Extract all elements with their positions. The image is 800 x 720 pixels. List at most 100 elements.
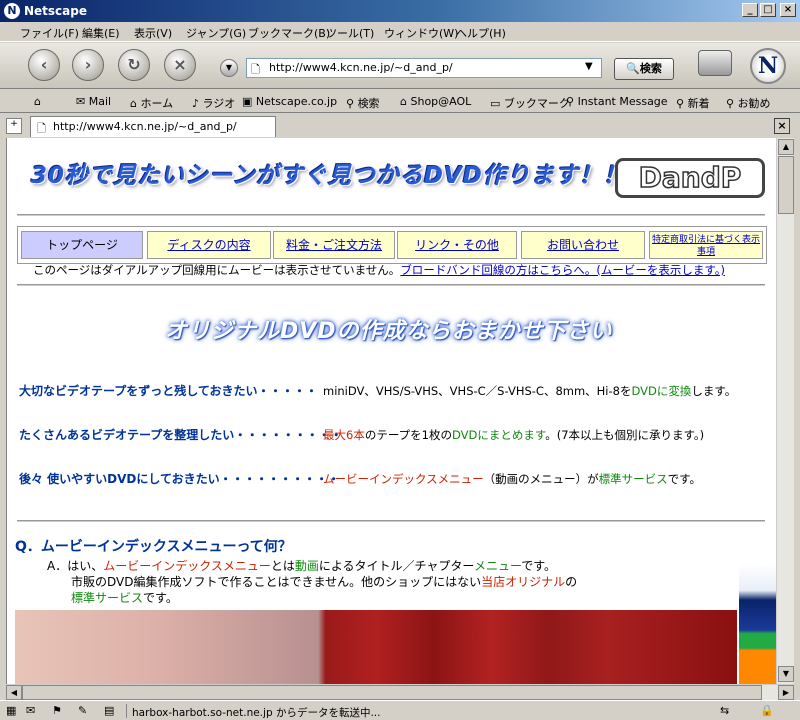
bookmark-radio[interactable]: ♪ ラジオ	[192, 95, 235, 111]
row-right-2: 最大6本のテープを1枚のDVDにまとめます。(7本以上も個別に承ります。)	[323, 427, 704, 443]
tab-legal-notice[interactable]: 特定商取引法に基づく表示事項	[649, 231, 763, 259]
url-input[interactable]: http://www4.kcn.ne.jp/~d_and_p/	[269, 61, 453, 74]
active-tab[interactable]: 🗋 http://www4.kcn.ne.jp/~d_and_p/	[30, 116, 276, 137]
status-divider	[126, 704, 127, 718]
stop-button[interactable]: ×	[164, 49, 196, 81]
maximize-button[interactable]: □	[760, 3, 776, 17]
bookmark-mail-label: Mail	[88, 95, 112, 108]
minimize-button[interactable]: _	[742, 3, 758, 17]
bookmark-new[interactable]: ⚲ 新着	[676, 95, 710, 111]
answer-text: とは	[270, 559, 295, 573]
menu-edit[interactable]: 編集(E)	[82, 25, 120, 41]
row-right-1: miniDV、VHS/S-VHS、VHS-C／S-VHS-C、8mm、Hi-8を…	[323, 383, 736, 399]
composer-icon[interactable]: ✎	[78, 704, 87, 717]
vertical-scrollbar[interactable]: ▲ ▼	[776, 138, 794, 684]
history-dropdown-icon[interactable]: ▼	[220, 59, 238, 77]
menu-view[interactable]: 表示(V)	[134, 25, 172, 41]
bookmark-home[interactable]: ⌂ ホーム	[130, 95, 173, 111]
divider	[17, 284, 765, 287]
page-content: 30秒で見たいシーンがすぐ見つかるDVD作ります！！ DandP トップページ …	[6, 138, 776, 684]
bookmark-home-label: ホーム	[140, 97, 174, 110]
menu-window[interactable]: ウィンドウ(W)	[384, 25, 458, 41]
print-icon[interactable]	[698, 50, 732, 76]
menu-bookmarks[interactable]: ブックマーク(B)	[248, 25, 330, 41]
menu-tools[interactable]: ツール(T)	[326, 25, 374, 41]
row-left-2: たくさんあるビデオテープを整理したい・・・・・・・・・	[19, 428, 343, 442]
bookmark-folder-label: ブックマーク	[503, 97, 570, 110]
menu-help[interactable]: ヘルプ(H)	[456, 25, 506, 41]
row3-highlight2: 標準サービス	[598, 472, 668, 486]
menu-jump[interactable]: ジャンプ(G)	[186, 25, 246, 41]
home-tab-icon[interactable]: ⌂	[34, 95, 41, 108]
dialup-notice: このページはダイアルアップ回線用にムービーは表示させていません。ブロードバンド回…	[33, 262, 725, 278]
netscape-icon: N	[4, 3, 20, 19]
bookmark-search[interactable]: ⚲ 検索	[346, 95, 380, 111]
tab-top-page[interactable]: トップページ	[21, 231, 143, 259]
horizontal-scrollbar[interactable]: ◀ ▶	[6, 684, 794, 700]
tab-disc-contents[interactable]: ディスクの内容	[147, 231, 271, 259]
tab-links[interactable]: リンク・その他	[397, 231, 517, 259]
bookmark-folder[interactable]: ▭ ブックマーク	[490, 95, 570, 111]
search-button[interactable]: 🔍検索	[614, 58, 674, 80]
aim-icon[interactable]: ⚑	[52, 704, 62, 717]
menu-bar: ファイル(F) 編集(E) 表示(V) ジャンプ(G) ブックマーク(B) ツー…	[0, 22, 800, 42]
bookmark-netscape-label: Netscape.co.jp	[255, 95, 338, 108]
tab-page-icon: 🗋	[37, 122, 46, 135]
bookmark-im[interactable]: ⚲ Instant Message	[566, 95, 668, 108]
bookmark-mail[interactable]: ✉ Mail	[76, 95, 111, 108]
mail-icon[interactable]: ✉	[26, 704, 35, 717]
broadband-link[interactable]: ブロードバンド回線の方はこちらへ。(ムービーを表示します。)	[400, 263, 725, 277]
scroll-left-icon[interactable]: ◀	[6, 685, 22, 700]
answer-term: ムービーインデックスメニュー	[103, 559, 271, 573]
scroll-down-icon[interactable]: ▼	[778, 666, 794, 682]
answer-line2-end: の	[565, 575, 578, 589]
menu-file[interactable]: ファイル(F)	[20, 25, 79, 41]
movie-preview-image	[15, 610, 737, 684]
bookmark-shop[interactable]: ⌂ Shop@AOL	[400, 95, 471, 108]
tab-contact[interactable]: お問い合わせ	[521, 231, 645, 259]
row-left-3: 後々 使いやすいDVDにしておきたい・・・・・・・・・・	[19, 472, 340, 486]
netscape-logo[interactable]: N	[750, 48, 786, 84]
bookmarks-toolbar: ⌂ ✉ Mail ⌂ ホーム ♪ ラジオ ▣ Netscape.co.jp ⚲ …	[0, 90, 800, 113]
answer-line2: 市販のDVD編集作成ソフトで作ることはできません。他のショップにはない	[71, 575, 482, 589]
tabs-icon[interactable]: ▦	[6, 704, 16, 717]
row2-suffix: 。(7本以上も個別に承ります。)	[545, 428, 705, 442]
vertical-scroll-thumb[interactable]	[778, 156, 794, 214]
scroll-up-icon[interactable]: ▲	[778, 139, 794, 155]
answer-line3-end: です。	[143, 591, 178, 605]
forward-button[interactable]: ›	[72, 49, 104, 81]
horizontal-scroll-thumb[interactable]	[22, 685, 762, 700]
row1-highlight: DVDに変換	[631, 384, 692, 398]
close-button[interactable]: ×	[780, 3, 796, 17]
faq-answer: A．はい、ムービーインデックスメニューとは動画によるタイトル／チャプターメニュー…	[47, 558, 577, 606]
side-banner-image[interactable]	[739, 564, 776, 684]
bookmark-im-label: Instant Message	[577, 95, 668, 108]
reload-button[interactable]: ↻	[118, 49, 150, 81]
search-label: 検索	[639, 62, 662, 75]
new-tab-icon[interactable]: +	[6, 118, 22, 134]
addressbook-icon[interactable]: ▤	[104, 704, 114, 717]
row1-suffix: します。	[691, 384, 737, 398]
close-tab-icon[interactable]: ×	[774, 118, 790, 134]
bookmark-shop-label: Shop@AOL	[410, 95, 472, 108]
answer-end: です。	[521, 559, 557, 573]
url-dropdown-icon[interactable]: ▼	[585, 61, 593, 72]
security-lock-icon[interactable]: 🔒	[760, 704, 774, 717]
answer-menu: メニュー	[473, 559, 522, 573]
scroll-right-icon[interactable]: ▶	[778, 685, 794, 700]
row3-highlight: ムービーインデックスメニュー	[323, 472, 484, 486]
row2-text: のテープを1枚の	[364, 428, 452, 442]
tab-pricing[interactable]: 料金・ご注文方法	[273, 231, 395, 259]
bookmark-radio-label: ラジオ	[202, 97, 236, 110]
url-bar[interactable]: 🗋 http://www4.kcn.ne.jp/~d_and_p/ ▼	[246, 58, 602, 78]
connection-icon: ⇆	[720, 704, 730, 717]
bookmark-netscape[interactable]: ▣ Netscape.co.jp	[242, 95, 337, 108]
magnifier-icon: 🔍	[626, 62, 640, 75]
back-button[interactable]: ‹	[28, 49, 60, 81]
answer-movie: 動画	[294, 559, 319, 573]
subtitle-banner: オリジナルDVDの作成ならおまかせ下さい	[165, 319, 613, 344]
bookmark-recommend[interactable]: ⚲ お勧め	[726, 95, 771, 111]
page-icon: 🗋	[251, 63, 260, 76]
row1-text: miniDV、VHS/S-VHS、VHS-C／S-VHS-C、8mm、Hi-8を	[323, 384, 632, 398]
row3-text: （動画のメニュー）が	[483, 472, 599, 486]
